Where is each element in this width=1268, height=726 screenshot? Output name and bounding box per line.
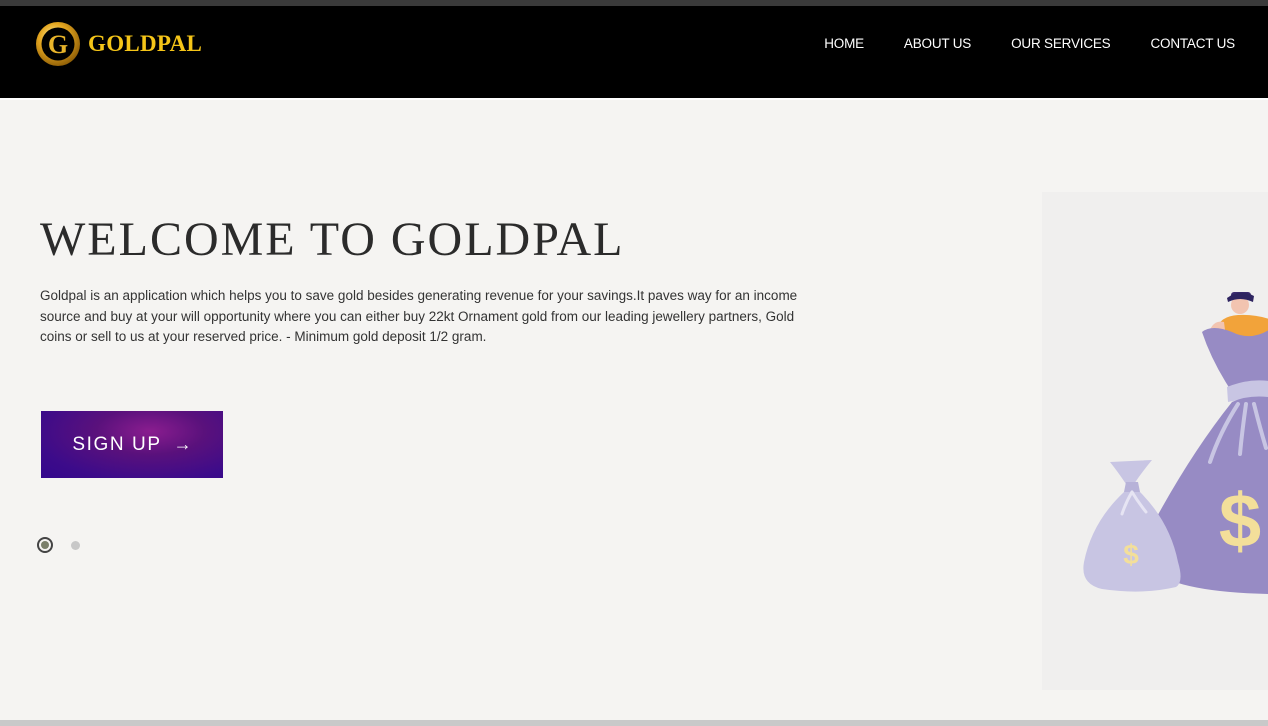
bottom-scroll-edge [0, 720, 1268, 726]
brand-logo[interactable]: G GOLDPAL [34, 19, 214, 69]
svg-text:$: $ [1219, 479, 1261, 564]
signup-button[interactable]: SIGN UP → [41, 411, 223, 478]
carousel-dot-2[interactable] [71, 540, 80, 550]
money-bags-illustration: $ $ [1042, 192, 1268, 690]
carousel-indicators [37, 537, 80, 553]
nav-contact-us[interactable]: CONTACT US [1150, 36, 1235, 51]
signup-label: SIGN UP [72, 433, 162, 455]
svg-text:$: $ [1123, 539, 1139, 570]
brand-name: GOLDPAL [88, 31, 203, 56]
hero-title: WELCOME TO GOLDPAL [40, 213, 625, 266]
svg-text:G: G [48, 30, 68, 59]
nav-about-us[interactable]: ABOUT US [904, 36, 971, 51]
carousel-dot-1[interactable] [37, 537, 53, 553]
nav-our-services[interactable]: OUR SERVICES [1011, 36, 1111, 51]
goldpal-logo-icon: G [36, 22, 80, 66]
main-nav: HOME ABOUT US OUR SERVICES CONTACT US [824, 36, 1235, 51]
navbar-divider [0, 98, 1268, 100]
arrow-right-icon: → [173, 434, 192, 454]
hero-description: Goldpal is an application which helps yo… [40, 288, 798, 344]
nav-home[interactable]: HOME [824, 36, 864, 51]
navbar: G GOLDPAL HOME ABOUT US OUR SERVICES CON… [0, 6, 1268, 98]
